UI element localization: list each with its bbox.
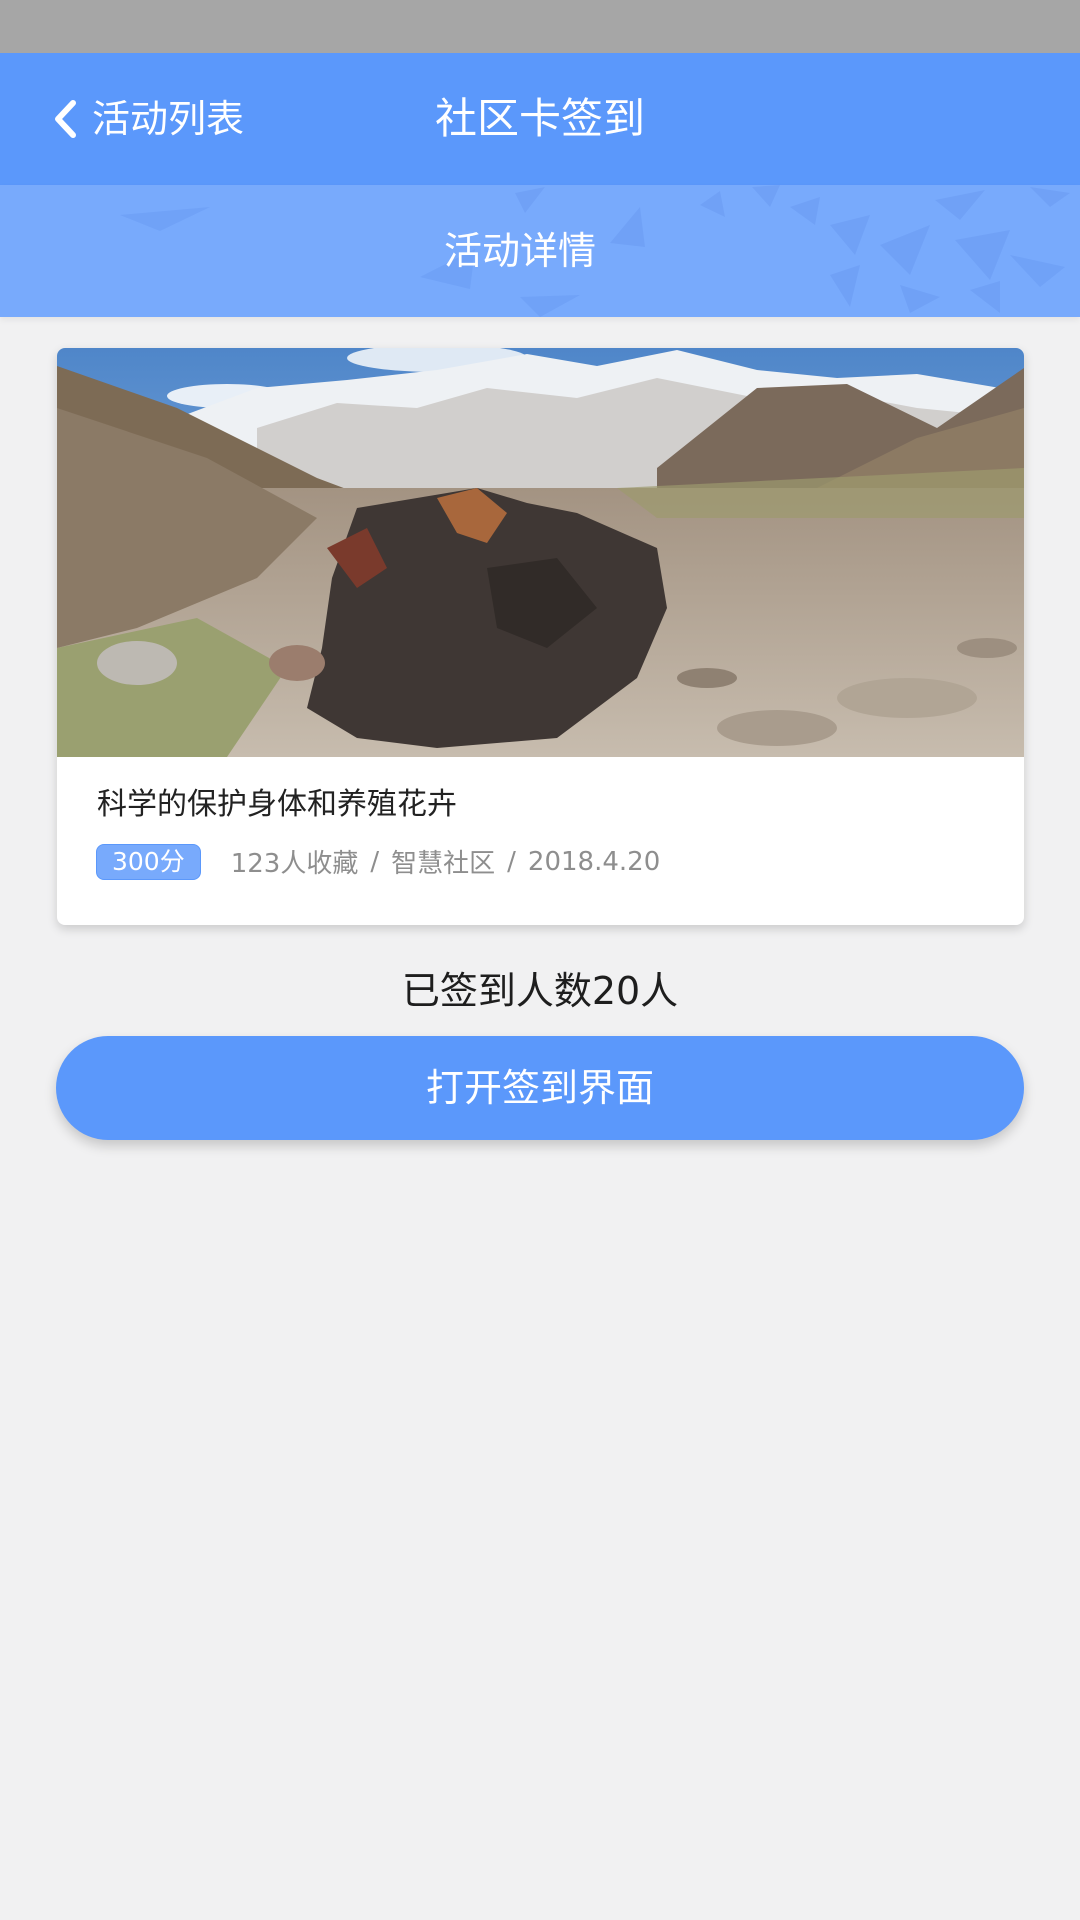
signed-count: 已签到人数20人 xyxy=(401,969,679,1013)
activity-date: 2018.4.20 xyxy=(527,846,661,877)
activity-image xyxy=(57,348,1024,757)
status-bar xyxy=(0,0,1080,53)
meta-separator: / xyxy=(507,846,516,877)
activity-title: 科学的保护身体和养殖花卉 xyxy=(97,787,457,822)
points-badge: 300分 xyxy=(96,843,201,880)
meta-separator: / xyxy=(370,846,380,877)
page-title: 社区卡签到 xyxy=(434,94,645,143)
open-checkin-button[interactable]: 打开签到界面 xyxy=(56,1036,1024,1140)
sub-header: 活动详情 xyxy=(0,185,1080,317)
community-name: 智慧社区 xyxy=(391,849,496,879)
activity-meta: 300分 123人收藏 / 智慧社区 / 2018.4.20 xyxy=(96,843,660,880)
section-title: 活动详情 xyxy=(443,229,596,273)
nav-bar: 活动列表 社区卡签到 xyxy=(0,53,1080,185)
activity-card[interactable]: 科学的保护身体和养殖花卉 300分 123人收藏 / 智慧社区 / 2018.4… xyxy=(57,348,1024,925)
favorites-count: 123人收藏 xyxy=(230,849,359,879)
screen: 活动列表 社区卡签到 活动详情 科学的保护身体和养殖花卉 300分 123人收藏… xyxy=(0,0,1080,1920)
